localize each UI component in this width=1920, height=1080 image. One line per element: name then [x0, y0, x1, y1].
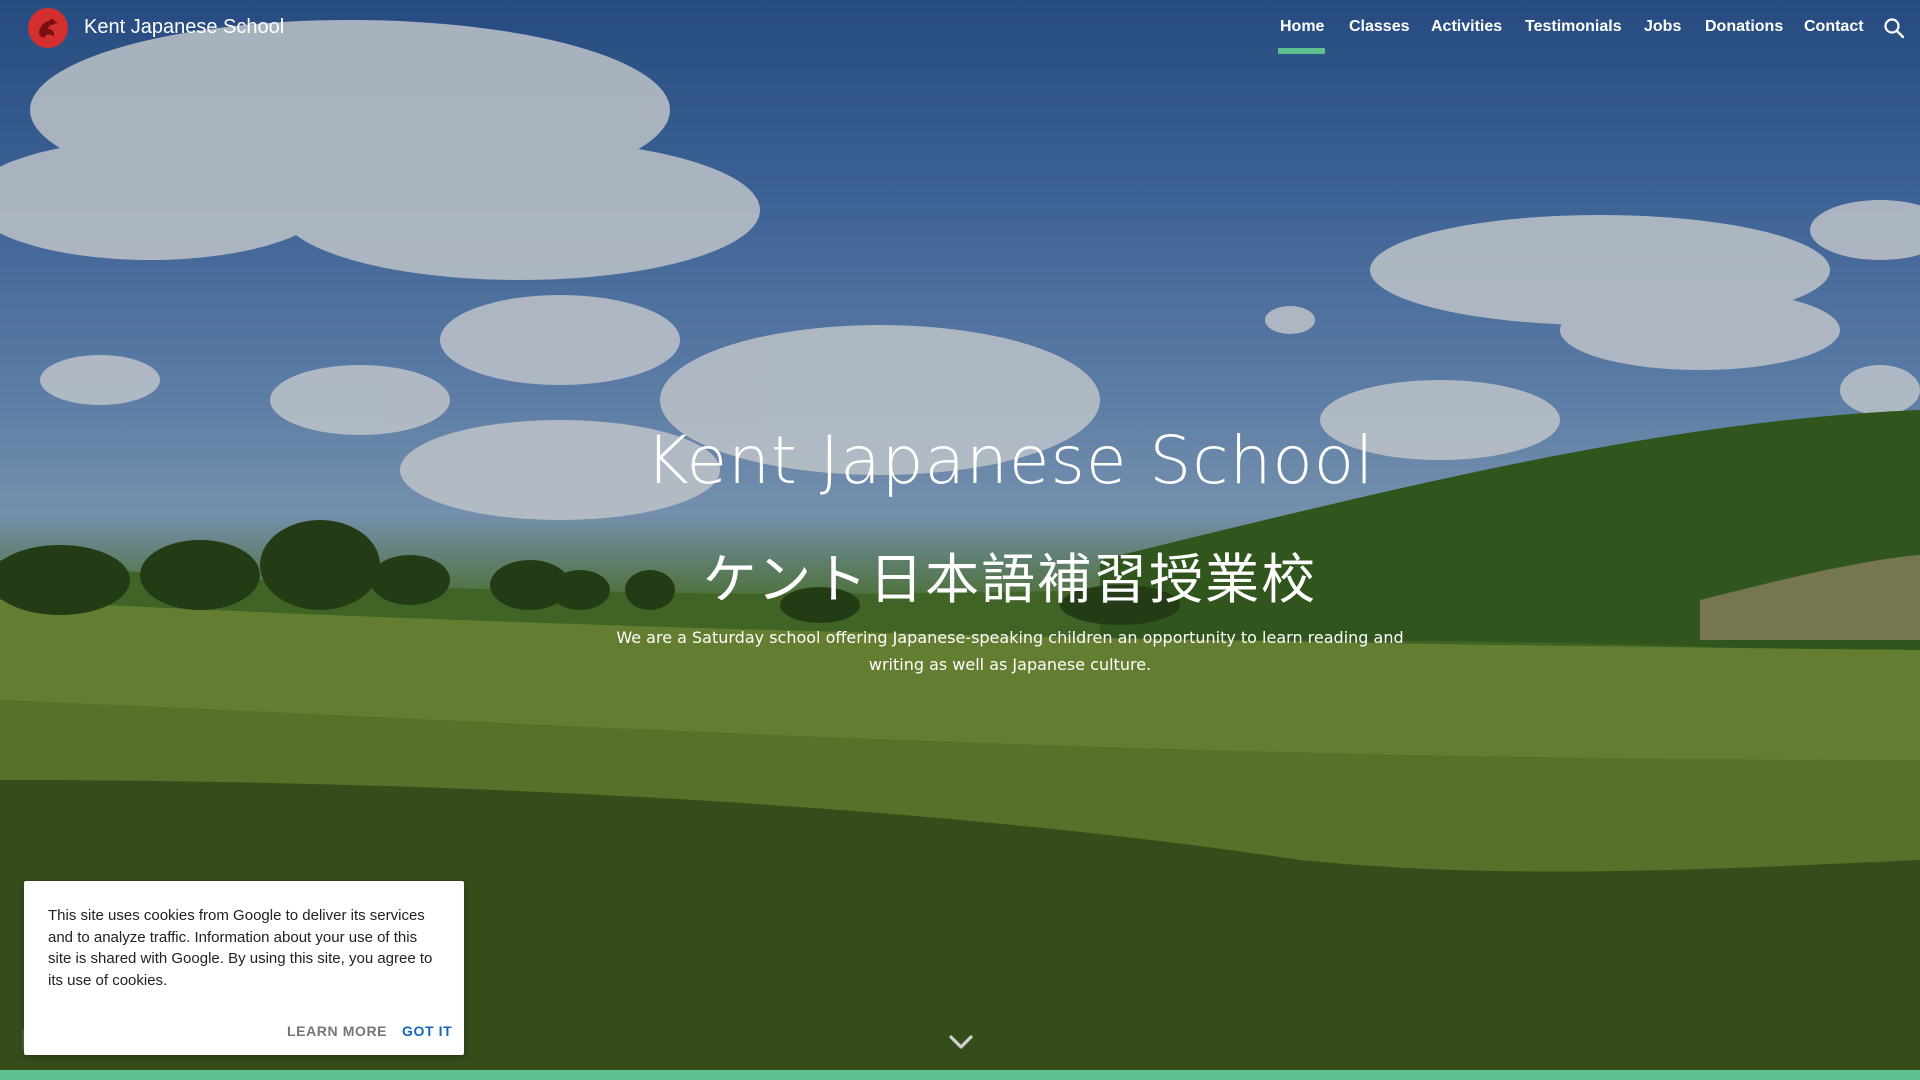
nav-home[interactable]: Home [1280, 18, 1324, 36]
cookie-notice: This site uses cookies from Google to de… [24, 881, 464, 1055]
search-icon[interactable] [1882, 16, 1906, 40]
hero-section: Kent Japanese School Home Classes Activi… [0, 0, 1920, 1070]
nav-testimonials[interactable]: Testimonials [1525, 18, 1622, 36]
nav-classes[interactable]: Classes [1349, 18, 1410, 36]
learn-more-button[interactable]: LEARN MORE [287, 1023, 387, 1039]
bottom-accent-bar [0, 1070, 1920, 1080]
hero-title: Kent Japanese School [645, 422, 1375, 499]
nav-jobs[interactable]: Jobs [1644, 18, 1681, 36]
cookie-notice-text: This site uses cookies from Google to de… [48, 907, 433, 989]
hero-description: We are a Saturday school offering Japane… [616, 628, 1404, 674]
site-title[interactable]: Kent Japanese School [84, 16, 284, 39]
nav-activities[interactable]: Activities [1431, 18, 1502, 36]
chevron-down-icon[interactable] [948, 1032, 974, 1052]
got-it-button[interactable]: GOT IT [402, 1023, 452, 1039]
school-logo[interactable] [27, 7, 69, 49]
nav-donations[interactable]: Donations [1705, 18, 1783, 36]
active-nav-indicator [1278, 48, 1325, 54]
hero-japanese-title: ケント日本語補習授業校 [702, 548, 1318, 611]
nav-contact[interactable]: Contact [1804, 18, 1864, 36]
